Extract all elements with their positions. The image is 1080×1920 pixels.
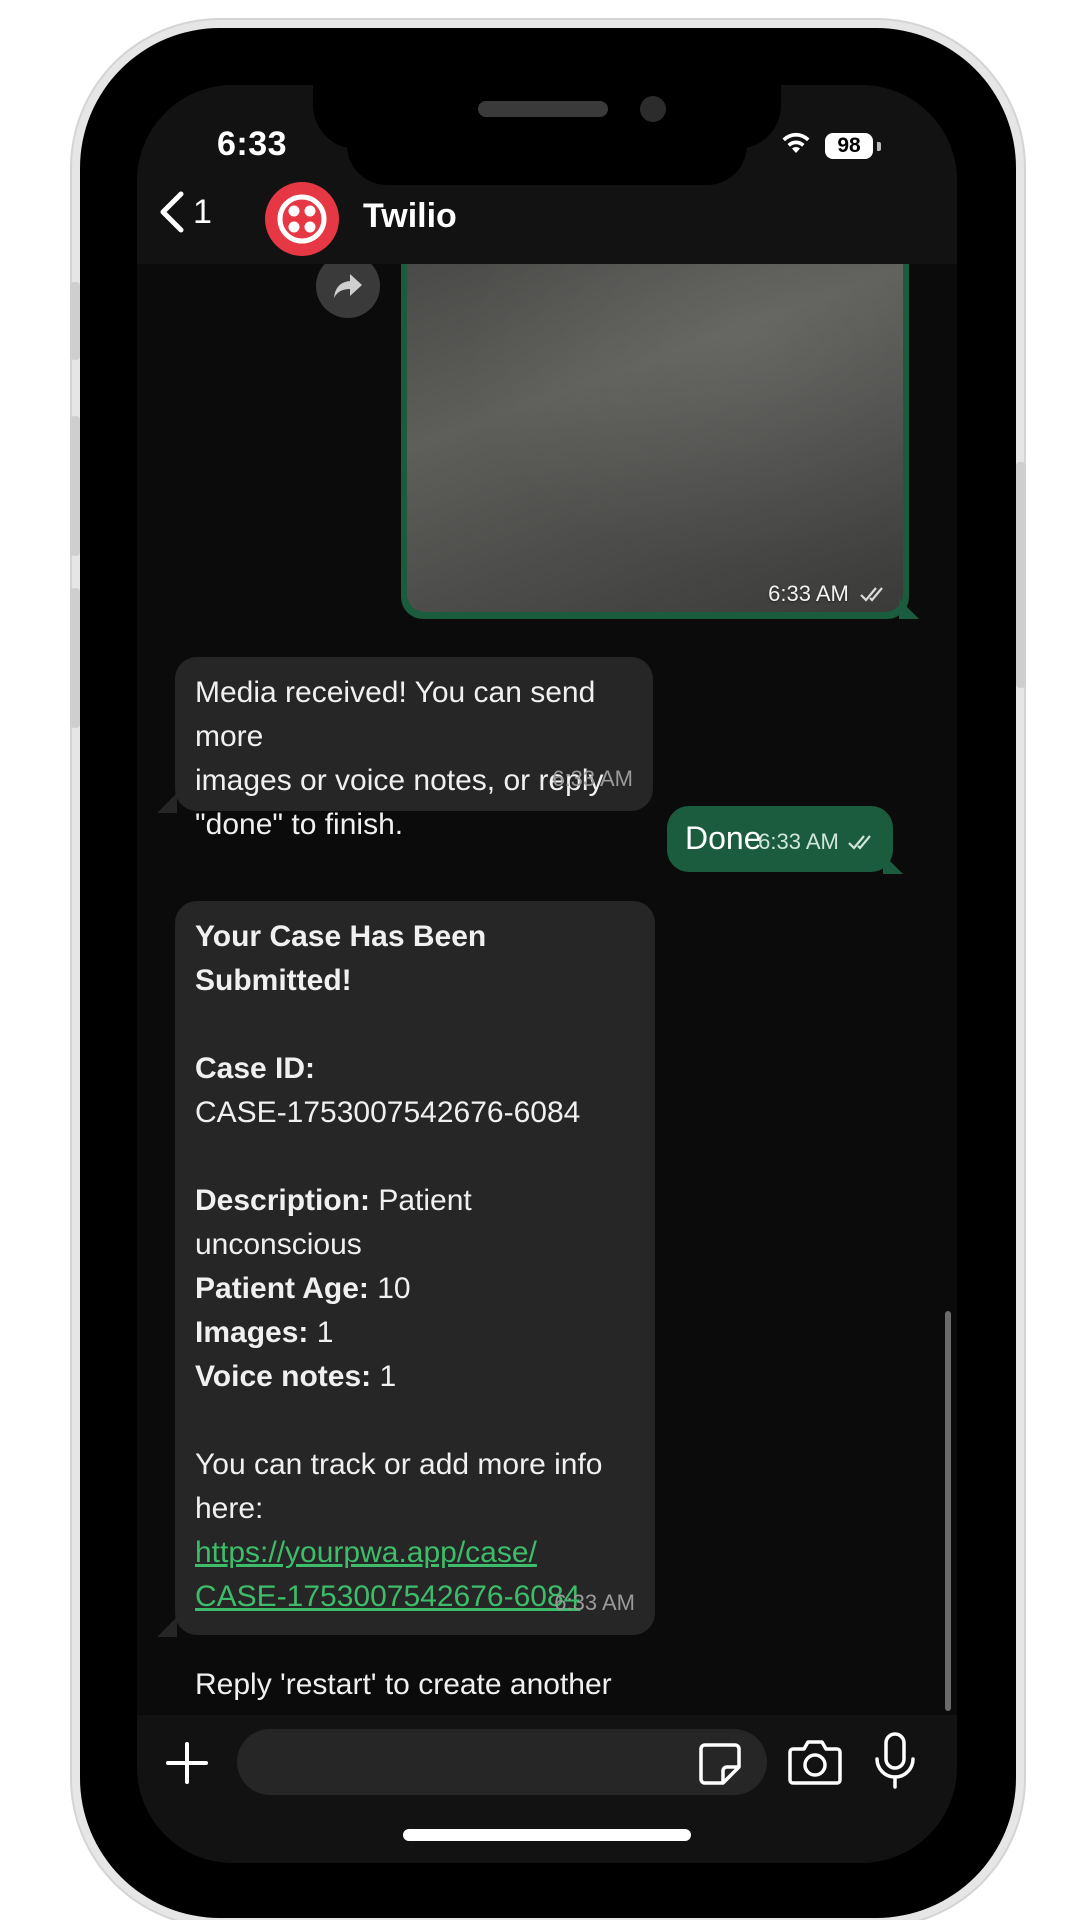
description-row: Description: Patient unconscious [195,1179,635,1267]
volume-up-button [70,416,80,556]
case-title: Your Case Has Been Submitted! [195,920,487,997]
done-message[interactable]: Done 6:33 AM [667,806,893,872]
case-id-label: Case ID: [195,1052,316,1085]
back-button[interactable]: 1 [157,182,237,242]
patient-age-label: Patient Age: [195,1272,369,1305]
incoming-bubble-tail [157,1617,177,1637]
media-message-time: 6:33 AM [768,581,889,607]
outgoing-bubble-tail [883,854,903,874]
phone-screen: 6:33 98 6:33 AM Media received! You can … [137,85,957,1863]
wifi-icon [782,132,810,153]
voice-notes-row: Voice notes: 1 [195,1355,635,1399]
twilio-logo-icon [277,194,327,244]
media-received-message[interactable]: Media received! You can send more images… [175,657,653,841]
power-button [1016,462,1026,688]
media-received-line-1: Media received! You can send more [195,676,596,753]
chat-scroll-area[interactable]: 6:33 AM Media received! You can send mor… [137,254,957,1784]
earpiece-speaker [478,101,608,117]
contact-name[interactable]: Twilio [363,197,457,236]
chat-header-bar [137,195,957,264]
attach-button[interactable] [157,1733,217,1793]
mute-switch [70,282,80,360]
media-received-time: 6:33 AM [552,766,633,791]
unread-count: 1 [193,192,212,231]
incoming-bubble-tail [157,793,177,813]
voice-notes-label: Voice notes: [195,1360,372,1393]
images-value: 1 [308,1316,334,1349]
done-message-text: Done [685,820,762,856]
images-label: Images: [195,1316,309,1349]
message-composer [137,1715,957,1863]
images-row: Images: 1 [195,1311,635,1355]
case-submitted-time: 6:33 AM [554,1590,635,1615]
media-received-line-3: "done" to finish. [195,808,404,841]
voice-notes-value: 1 [371,1360,397,1393]
chevron-left-icon [160,191,184,233]
media-message-time-text: 6:33 AM [768,581,849,606]
sticker-icon[interactable] [697,1741,743,1787]
battery-indicator: 98 [825,133,873,159]
plus-icon [166,1742,208,1784]
done-message-time-text: 6:33 AM [758,829,839,854]
volume-down-button [70,588,80,728]
description-label: Description: [195,1184,371,1217]
scrollbar-thumb[interactable] [945,1311,951,1711]
double-check-icon [848,835,871,850]
camera-icon[interactable] [787,1737,843,1787]
media-bubble-tail [899,599,919,619]
contact-avatar[interactable] [265,182,339,256]
microphone-icon[interactable] [871,1731,919,1791]
restart-line-1: Reply 'restart' to create another [195,1668,612,1701]
double-check-icon [860,587,883,602]
patient-age-value: 10 [368,1272,411,1305]
case-submitted-message[interactable]: Your Case Has Been Submitted! Case ID: C… [175,901,655,1745]
case-id-value: CASE-1753007542676-6084 [195,1096,581,1129]
patient-age-row: Patient Age: 10 [195,1267,635,1311]
notch [313,85,781,149]
front-camera [640,96,666,122]
track-text: You can track or add more info here: [195,1448,603,1525]
status-time: 6:33 [217,125,288,163]
battery-tip [877,142,881,151]
done-message-time: 6:33 AM [758,820,877,864]
message-input[interactable] [237,1729,767,1795]
case-link-line-1[interactable]: https://yourpwa.app/case/ [195,1531,635,1575]
home-indicator[interactable] [403,1829,691,1841]
